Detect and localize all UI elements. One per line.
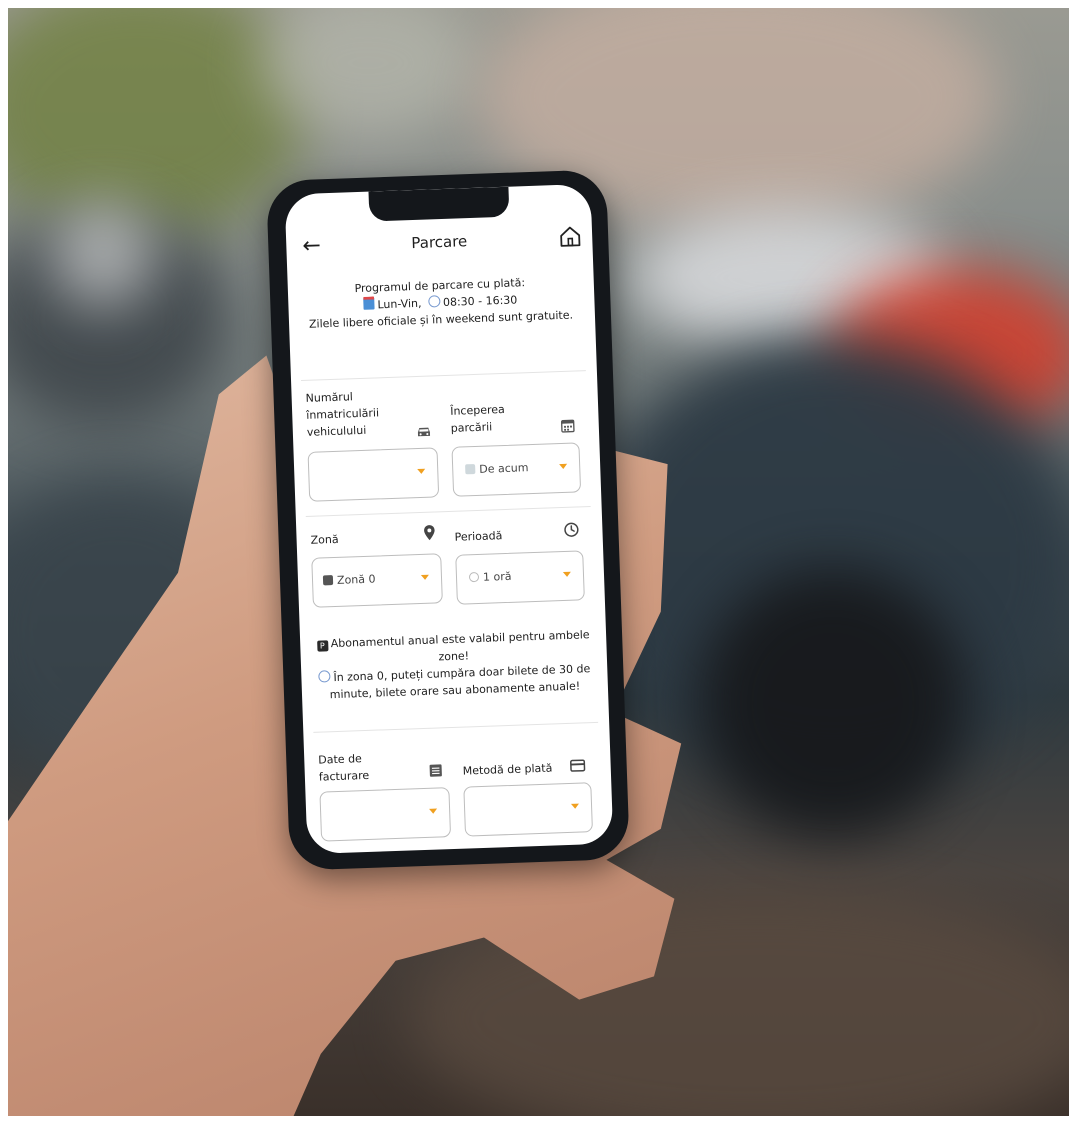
- app-bar: ← Parcare: [286, 222, 593, 267]
- divider: [305, 506, 591, 517]
- parking-p-icon: [322, 575, 334, 586]
- zone-text: Zonă 0: [336, 572, 376, 587]
- dropdown-arrow-icon: [570, 803, 580, 809]
- info-text-1: Abonamentul anual este valabil pentru am…: [330, 628, 590, 664]
- period-value: 1 oră: [468, 569, 512, 584]
- zone-select[interactable]: Zonă 0: [311, 553, 443, 608]
- parking-p-icon: P: [316, 640, 329, 652]
- calendar-small-icon: [465, 464, 476, 475]
- notice-hours: 08:30 - 16:30: [442, 293, 518, 310]
- divider: [313, 721, 599, 733]
- period-label: Perioadă: [454, 529, 503, 544]
- billing-label: Date de facturare: [318, 752, 370, 784]
- vehicle-label: Numărul înmatriculării vehiculului: [305, 390, 380, 439]
- car-wheel-blur: [698, 568, 968, 838]
- dropdown-arrow-icon: [429, 808, 438, 814]
- billing-select[interactable]: [319, 787, 452, 842]
- smartphone: ← Parcare Programul de parcare cu plată:…: [266, 169, 630, 871]
- calendar-emoji-icon: [363, 296, 375, 310]
- notice-days: Lun-Vin,: [377, 296, 422, 312]
- dropdown-arrow-icon: [559, 463, 568, 470]
- dropdown-arrow-icon: [420, 574, 430, 580]
- dropdown-arrow-icon: [562, 571, 572, 578]
- page-title: Parcare: [411, 232, 468, 253]
- parking-start-text: De acum: [479, 461, 529, 476]
- period-text: 1 oră: [482, 569, 512, 584]
- credit-card-icon: [570, 759, 586, 772]
- phone-screen: ← Parcare Programul de parcare cu plată:…: [284, 183, 614, 855]
- parking-schedule-notice: Programul de parcare cu plată: Lun-Vin, …: [302, 272, 580, 333]
- location-pin-icon: [424, 525, 435, 541]
- phone-notch: [368, 186, 510, 222]
- clock-icon: [564, 522, 579, 537]
- home-icon[interactable]: [558, 224, 583, 249]
- headlight-blur: [48, 198, 158, 308]
- zone-value: Zonă 0: [322, 572, 376, 588]
- parking-start-label: Începerea parcării: [449, 402, 505, 435]
- zone-info: P Abonamentul anual este valabil pentru a…: [312, 626, 596, 704]
- clock-emoji-icon: [318, 670, 331, 683]
- parking-start-select[interactable]: De acum: [451, 442, 582, 497]
- payment-method-label: Metodă de plată: [462, 761, 553, 778]
- divider: [301, 370, 586, 382]
- vehicle-select[interactable]: [307, 447, 440, 502]
- parking-start-value: De acum: [465, 461, 529, 476]
- clock-small-icon: [468, 571, 480, 583]
- car-icon: [417, 427, 431, 437]
- calendar-icon: [560, 419, 575, 433]
- clock-emoji-icon: [427, 295, 441, 308]
- list-icon: [429, 764, 442, 777]
- payment-method-select[interactable]: [463, 782, 593, 837]
- zone-label: Zonă: [310, 532, 339, 547]
- dropdown-arrow-icon: [417, 468, 426, 475]
- info-text-2: În zona 0, puteți cumpăra doar bilete de…: [329, 662, 591, 702]
- period-select[interactable]: 1 oră: [455, 550, 585, 605]
